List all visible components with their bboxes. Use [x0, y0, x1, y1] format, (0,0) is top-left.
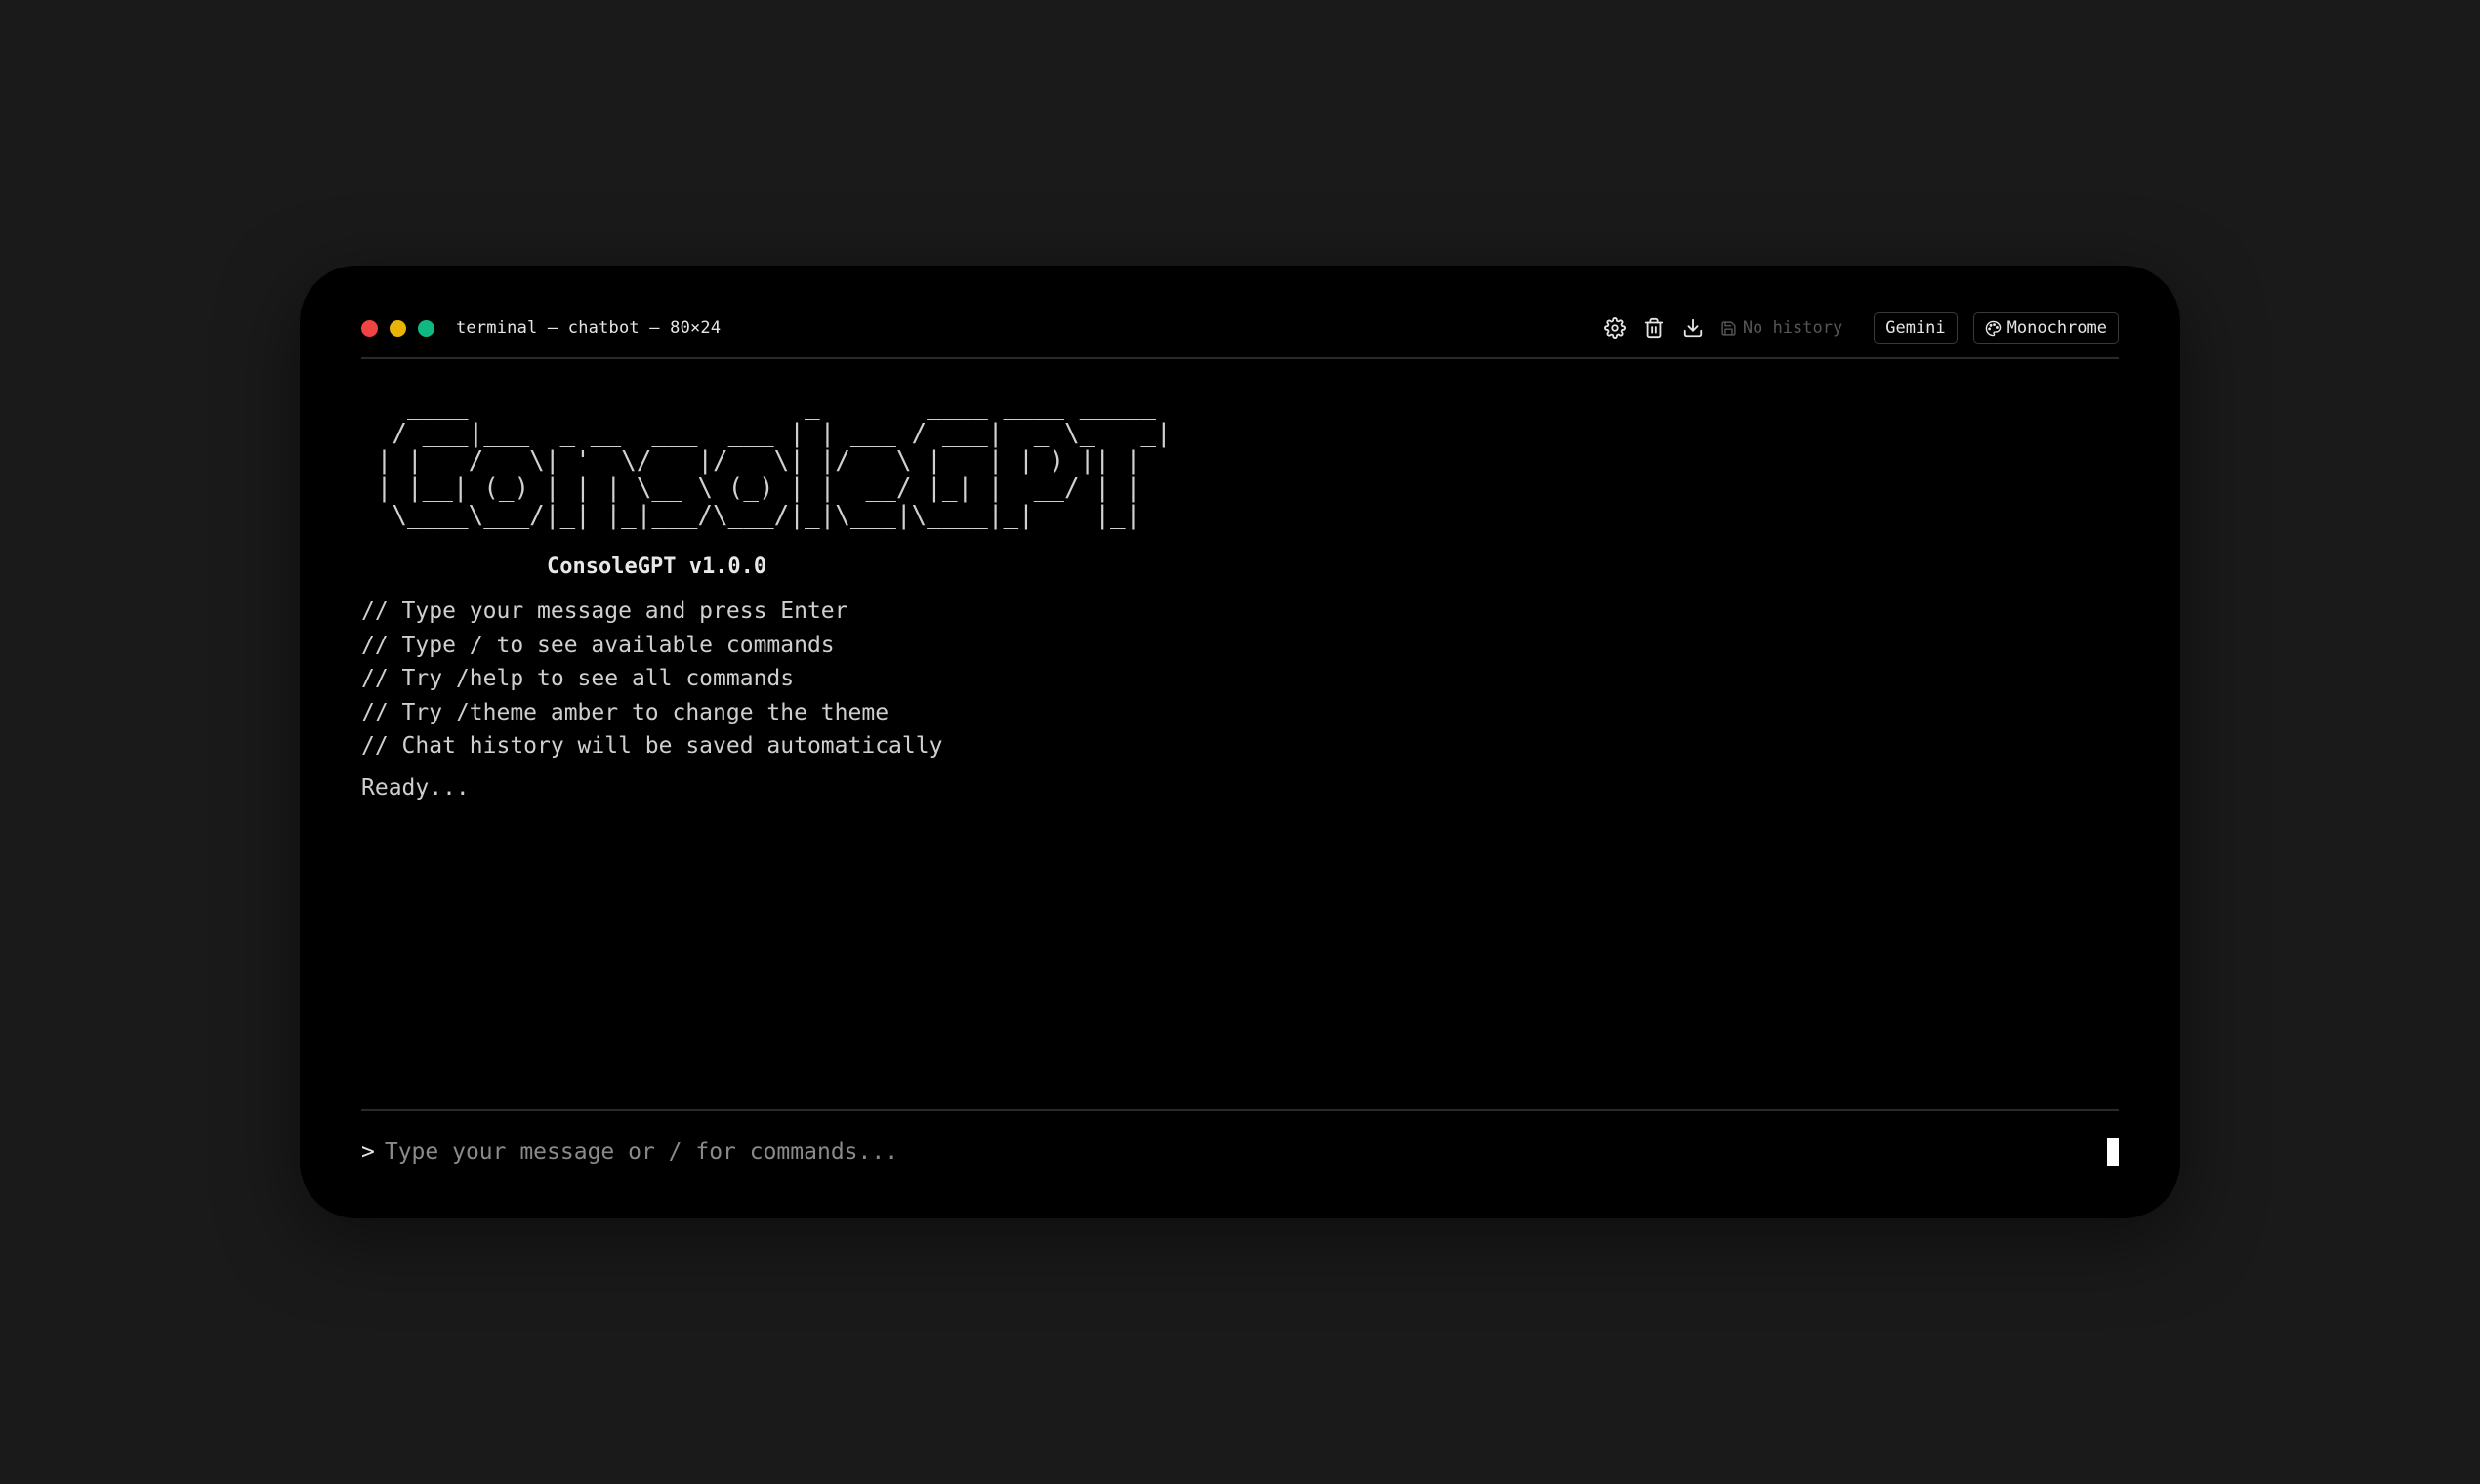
download-button[interactable] — [1679, 314, 1707, 342]
hint-line: // Try /theme amber to change the theme — [361, 699, 889, 725]
history-label: No history — [1742, 318, 1843, 338]
close-window-button[interactable] — [361, 319, 378, 337]
gear-icon — [1603, 317, 1626, 339]
model-label: Gemini — [1885, 318, 1946, 338]
hint-line: // Type your message and press Enter — [361, 598, 848, 624]
toolbar: No history Gemini Monochrome — [1590, 312, 2119, 344]
terminal-window: terminal — chatbot — 80×24 No history Ge… — [300, 266, 2180, 1218]
block-cursor — [2107, 1138, 2119, 1166]
trash-icon — [1644, 317, 1664, 339]
history-status: No history — [1720, 318, 1842, 338]
input-bar: > — [361, 1109, 2119, 1179]
terminal-output: ____ _ ____ ____ _____ / ___|___ _ __ __… — [361, 392, 2119, 801]
download-icon — [1683, 318, 1703, 338]
hint-line: // Type / to see available commands — [361, 632, 835, 658]
minimize-window-button[interactable] — [390, 319, 406, 337]
status-text: Ready... — [361, 774, 470, 801]
hint-list: // Type your message and press Enter // … — [361, 595, 2119, 763]
version-label: ConsoleGPT v1.0.0 — [547, 555, 767, 579]
settings-button[interactable] — [1601, 314, 1629, 342]
theme-selector-button[interactable]: Monochrome — [1972, 312, 2119, 344]
title-bar: terminal — chatbot — 80×24 No history Ge… — [361, 310, 2119, 359]
ascii-logo: ____ _ ____ ____ _____ / ___|___ _ __ __… — [376, 392, 1172, 530]
prompt-symbol: > — [361, 1139, 375, 1165]
maximize-window-button[interactable] — [418, 319, 434, 337]
message-input[interactable] — [384, 1139, 2107, 1165]
hint-line: // Chat history will be saved automatica… — [361, 733, 943, 759]
save-icon — [1721, 320, 1736, 336]
hint-line: // Try /help to see all commands — [361, 666, 795, 691]
palette-icon — [1985, 320, 2001, 336]
model-selector-button[interactable]: Gemini — [1874, 312, 1958, 344]
theme-label: Monochrome — [2006, 318, 2107, 338]
window-title: terminal — chatbot — 80×24 — [456, 318, 722, 338]
clear-chat-button[interactable] — [1640, 314, 1668, 342]
